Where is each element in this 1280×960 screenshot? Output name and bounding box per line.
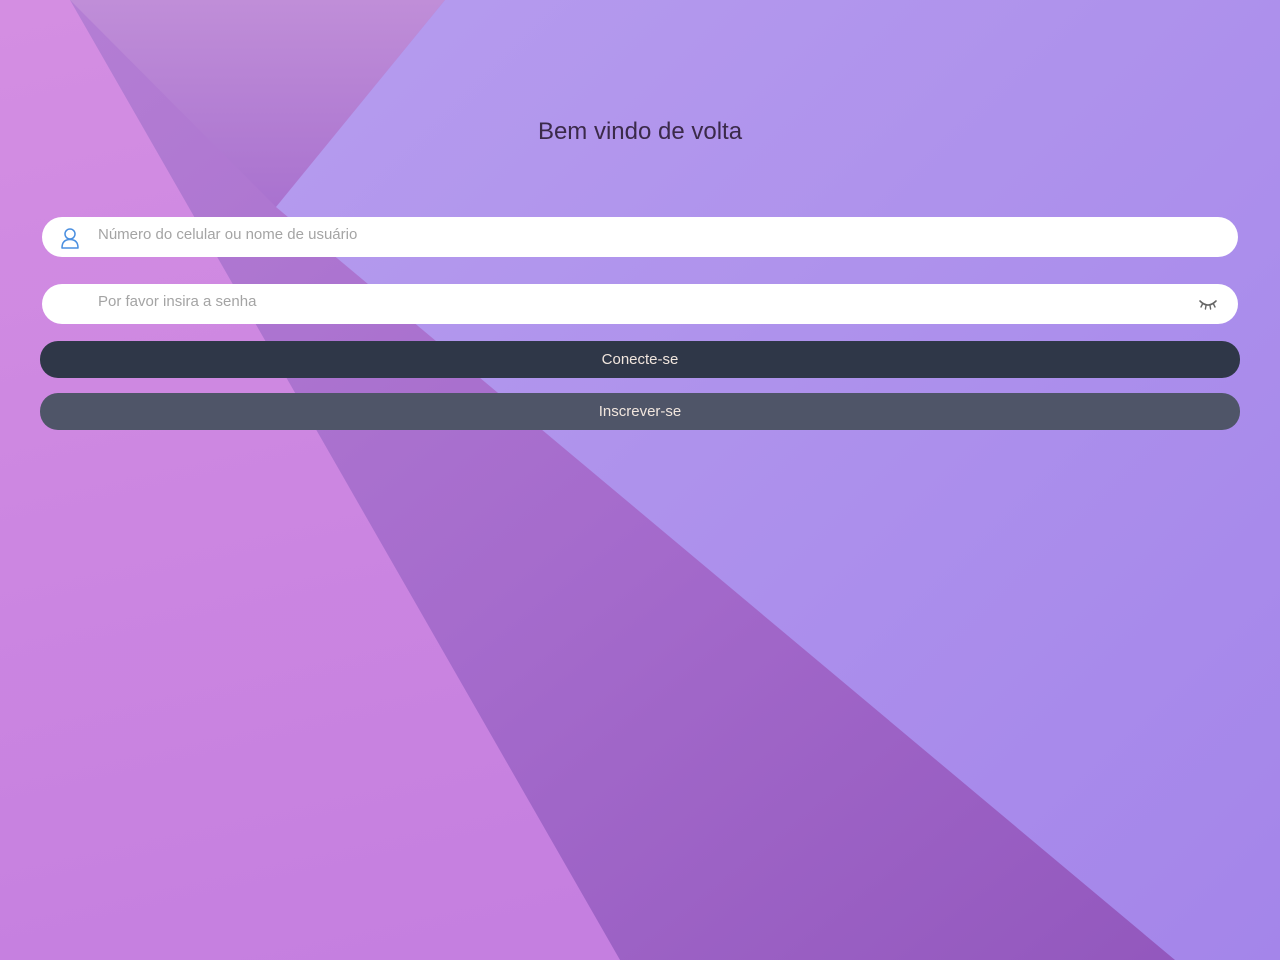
username-field[interactable] [42,217,1238,257]
user-icon [61,228,79,249]
eye-closed-icon[interactable] [1198,297,1218,311]
login-page: Bem vindo de volta Conecte-se Inscrever-… [0,0,1280,960]
page-title: Bem vindo de volta [537,118,743,145]
signup-button[interactable]: Inscrever-se [40,393,1240,430]
username-input[interactable] [98,217,1158,251]
password-input[interactable] [98,284,1158,318]
password-field[interactable] [42,284,1238,324]
login-button[interactable]: Conecte-se [40,341,1240,378]
